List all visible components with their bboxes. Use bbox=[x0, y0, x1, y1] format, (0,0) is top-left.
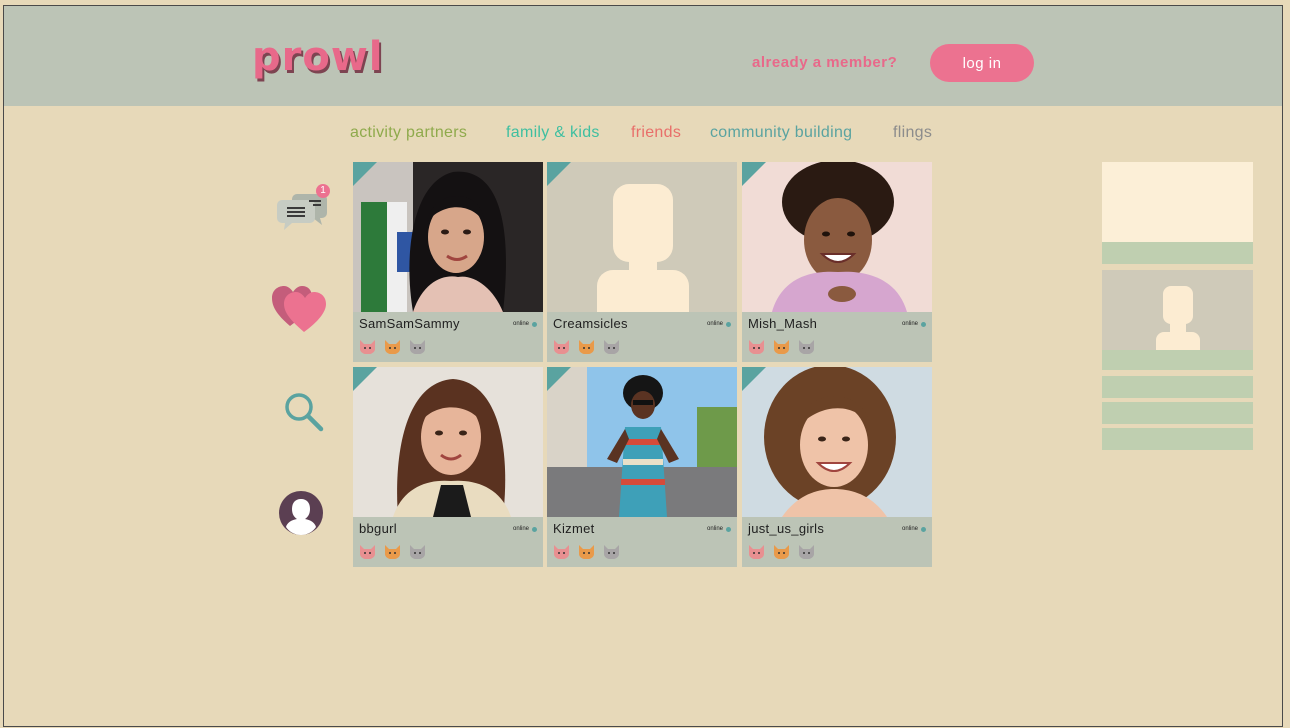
online-dot bbox=[726, 321, 731, 327]
category-nav: activity partners family & kids friends … bbox=[4, 124, 1282, 148]
nav-community-building[interactable]: community building bbox=[710, 124, 852, 142]
search-icon[interactable] bbox=[282, 390, 326, 434]
orange-cat-icon[interactable] bbox=[384, 339, 401, 354]
online-status: online bbox=[513, 321, 537, 327]
gray-cat-icon[interactable] bbox=[409, 544, 426, 559]
profile-placeholder-photo bbox=[547, 162, 737, 312]
gray-cat-icon[interactable] bbox=[798, 544, 815, 559]
header: prowl already a member? log in bbox=[4, 6, 1282, 106]
online-status: online bbox=[707, 526, 731, 532]
right-panel-bar bbox=[1102, 242, 1253, 264]
username[interactable]: Creamsicles bbox=[553, 316, 628, 331]
online-dot bbox=[921, 321, 926, 327]
right-panel-avatar bbox=[1102, 270, 1253, 350]
card-corner-tab[interactable] bbox=[547, 367, 571, 391]
login-button[interactable]: log in bbox=[930, 44, 1034, 82]
username[interactable]: just_us_girls bbox=[748, 521, 824, 536]
category-cats bbox=[359, 339, 426, 354]
card-corner-tab[interactable] bbox=[353, 367, 377, 391]
logo[interactable]: prowl bbox=[252, 34, 384, 80]
online-dot bbox=[532, 526, 537, 532]
online-status: online bbox=[902, 321, 926, 327]
pink-cat-icon[interactable] bbox=[748, 544, 765, 559]
online-status-label: online bbox=[706, 526, 723, 532]
online-status: online bbox=[513, 526, 537, 532]
online-status: online bbox=[902, 526, 926, 532]
username[interactable]: Kizmet bbox=[553, 521, 595, 536]
profile-icon[interactable] bbox=[278, 490, 324, 536]
card-corner-tab[interactable] bbox=[742, 162, 766, 186]
profile-photo bbox=[742, 162, 932, 312]
pink-cat-icon[interactable] bbox=[748, 339, 765, 354]
message-badge: 1 bbox=[316, 184, 330, 198]
gray-cat-icon[interactable] bbox=[409, 339, 426, 354]
right-panel-bar[interactable] bbox=[1102, 376, 1253, 398]
online-dot bbox=[532, 321, 537, 327]
category-cats bbox=[359, 544, 426, 559]
nav-family-kids[interactable]: family & kids bbox=[506, 124, 600, 142]
chat-icon[interactable]: 1 bbox=[276, 184, 332, 234]
pink-cat-icon[interactable] bbox=[359, 544, 376, 559]
card-corner-tab[interactable] bbox=[742, 367, 766, 391]
online-dot bbox=[921, 526, 926, 532]
app-frame: prowl already a member? log in activity … bbox=[3, 5, 1283, 727]
profile-card[interactable]: Creamsicles online bbox=[547, 162, 737, 362]
online-status-label: online bbox=[901, 321, 918, 327]
pink-cat-icon[interactable] bbox=[359, 339, 376, 354]
online-status-label: online bbox=[512, 526, 529, 532]
category-cats bbox=[748, 339, 815, 354]
username[interactable]: bbgurl bbox=[359, 521, 397, 536]
profile-photo bbox=[353, 162, 543, 312]
online-status-label: online bbox=[901, 526, 918, 532]
profile-photo bbox=[742, 367, 932, 517]
online-status: online bbox=[707, 321, 731, 327]
orange-cat-icon[interactable] bbox=[384, 544, 401, 559]
profile-card[interactable]: Mish_Mash online bbox=[742, 162, 932, 362]
pink-cat-icon[interactable] bbox=[553, 544, 570, 559]
profile-photo bbox=[547, 367, 737, 517]
gray-cat-icon[interactable] bbox=[798, 339, 815, 354]
hearts-icon[interactable] bbox=[272, 284, 330, 334]
profile-card[interactable]: SamSamSammy online bbox=[353, 162, 543, 362]
category-cats bbox=[553, 339, 620, 354]
profile-photo bbox=[353, 367, 543, 517]
nav-flings[interactable]: flings bbox=[893, 124, 932, 142]
member-link[interactable]: already a member? bbox=[752, 54, 897, 71]
username[interactable]: SamSamSammy bbox=[359, 316, 460, 331]
online-dot bbox=[726, 526, 731, 532]
orange-cat-icon[interactable] bbox=[773, 339, 790, 354]
profile-card[interactable]: Kizmet online bbox=[547, 367, 737, 567]
online-status-label: online bbox=[512, 321, 529, 327]
right-panel-bar bbox=[1102, 350, 1253, 370]
right-panel-bar[interactable] bbox=[1102, 402, 1253, 424]
profile-card[interactable]: bbgurl online bbox=[353, 367, 543, 567]
username[interactable]: Mish_Mash bbox=[748, 316, 817, 331]
pink-cat-icon[interactable] bbox=[553, 339, 570, 354]
right-panel-bar[interactable] bbox=[1102, 428, 1253, 450]
card-corner-tab[interactable] bbox=[547, 162, 571, 186]
nav-friends[interactable]: friends bbox=[631, 124, 681, 142]
category-cats bbox=[553, 544, 620, 559]
gray-cat-icon[interactable] bbox=[603, 544, 620, 559]
gray-cat-icon[interactable] bbox=[603, 339, 620, 354]
online-status-label: online bbox=[706, 321, 723, 327]
right-panel-preview bbox=[1102, 162, 1253, 242]
orange-cat-icon[interactable] bbox=[773, 544, 790, 559]
profile-card[interactable]: just_us_girls online bbox=[742, 367, 932, 567]
nav-activity-partners[interactable]: activity partners bbox=[350, 124, 467, 142]
orange-cat-icon[interactable] bbox=[578, 544, 595, 559]
category-cats bbox=[748, 544, 815, 559]
orange-cat-icon[interactable] bbox=[578, 339, 595, 354]
card-corner-tab[interactable] bbox=[353, 162, 377, 186]
